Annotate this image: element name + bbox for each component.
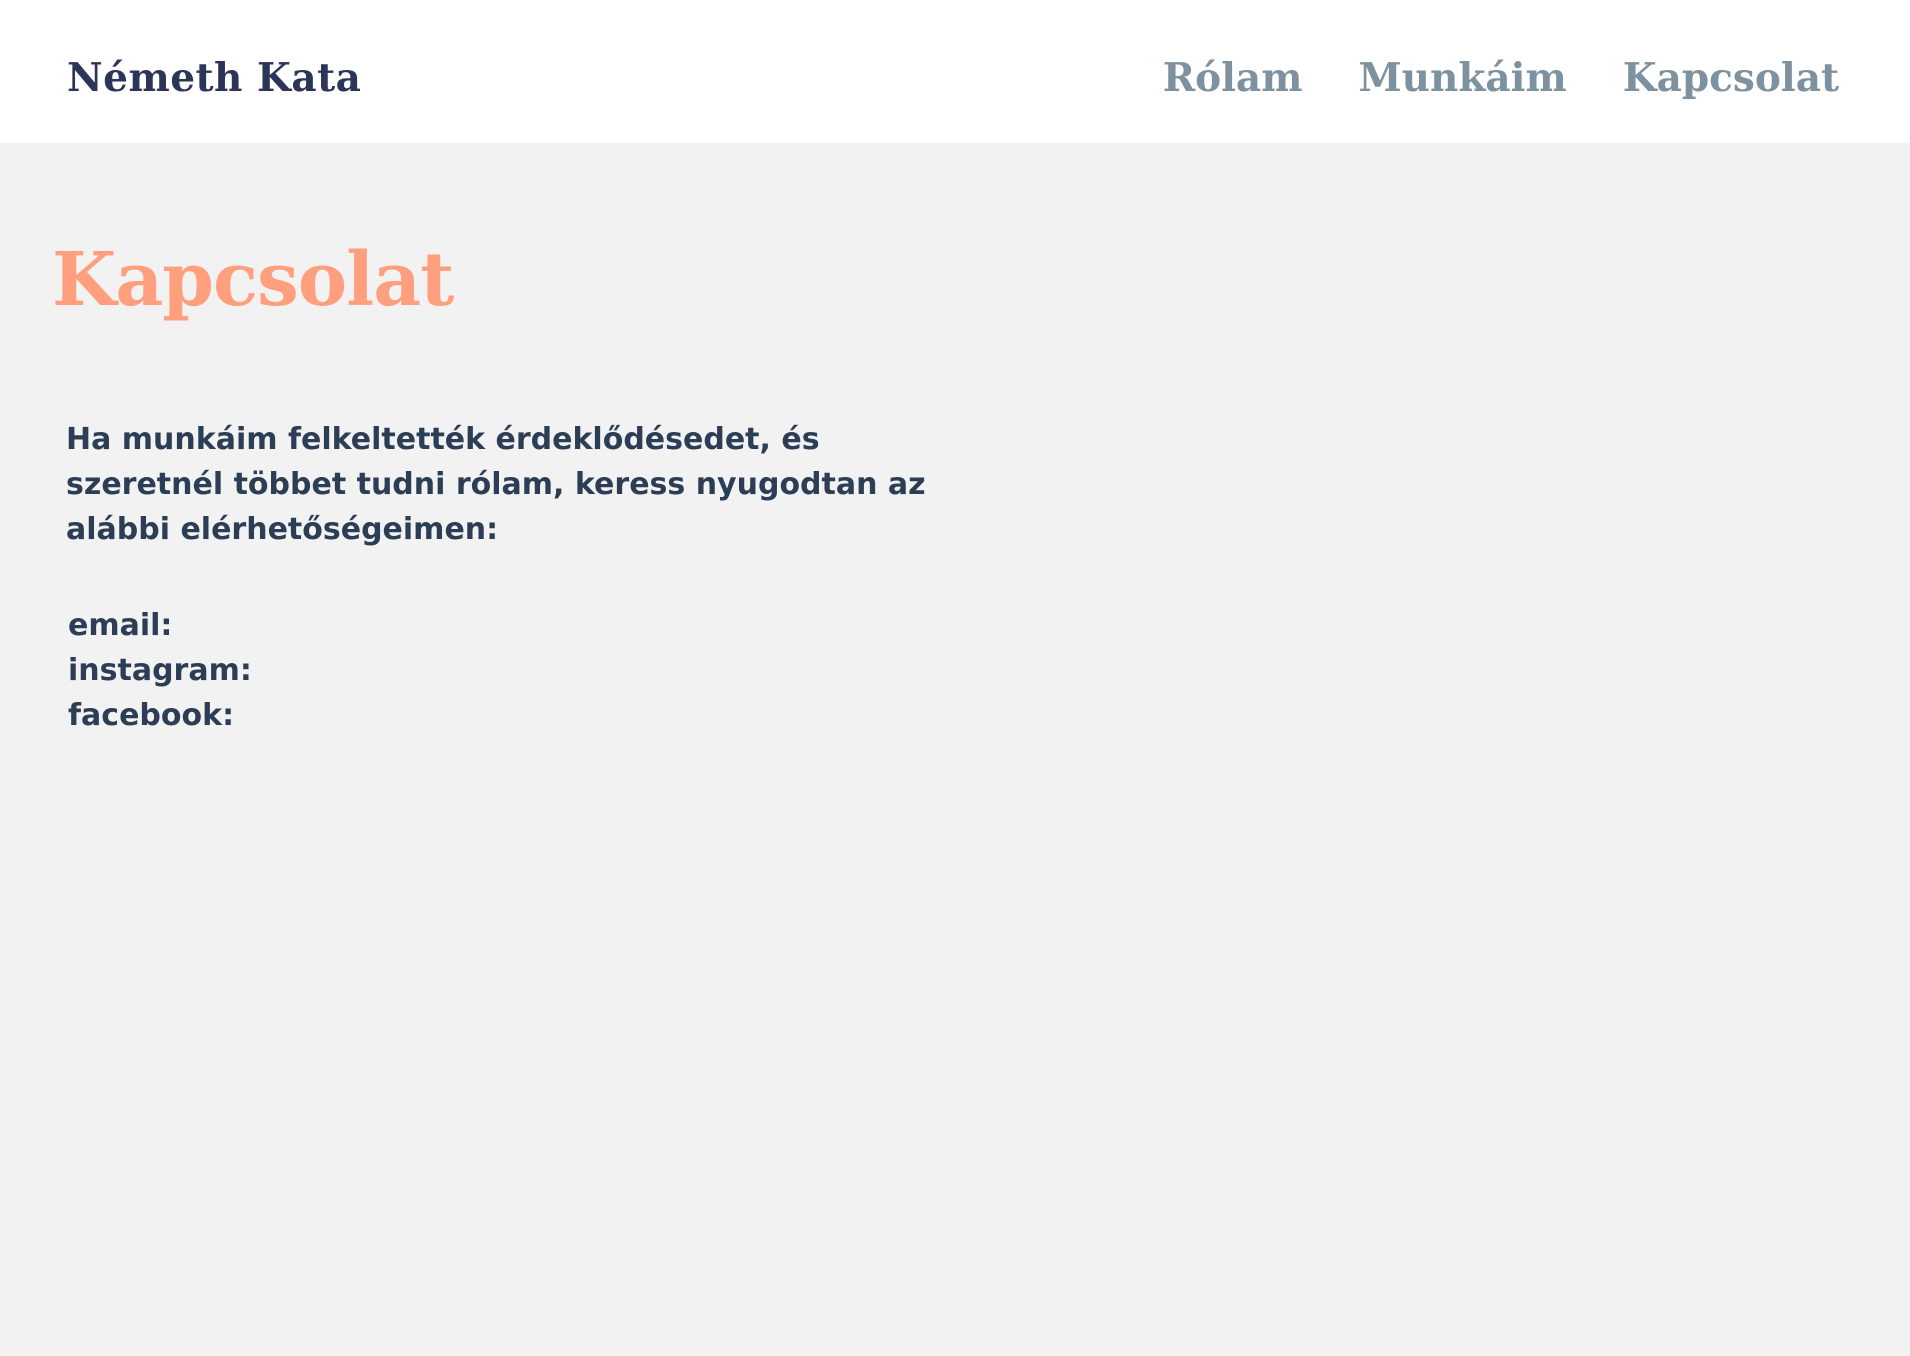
nav-item-munkaim[interactable]: Munkáim (1358, 52, 1566, 104)
contact-intro-text: Ha munkáim felkeltették érdeklődésedet, … (66, 422, 926, 547)
contact-list: email: instagram: facebook: (68, 603, 252, 738)
contact-instagram-label: instagram: (68, 653, 252, 688)
nav-item-rolam[interactable]: Rólam (1163, 52, 1303, 104)
contact-facebook-label: facebook: (68, 698, 235, 733)
contact-email-label: email: (68, 608, 173, 643)
main-nav: Rólam Munkáim Kapcsolat (1163, 52, 1839, 104)
site-brand[interactable]: Németh Kata (67, 52, 361, 104)
page-title: Kapcsolat (52, 237, 454, 323)
site-header: Németh Kata Rólam Munkáim Kapcsolat (0, 0, 1910, 143)
nav-item-kapcsolat[interactable]: Kapcsolat (1623, 52, 1839, 104)
